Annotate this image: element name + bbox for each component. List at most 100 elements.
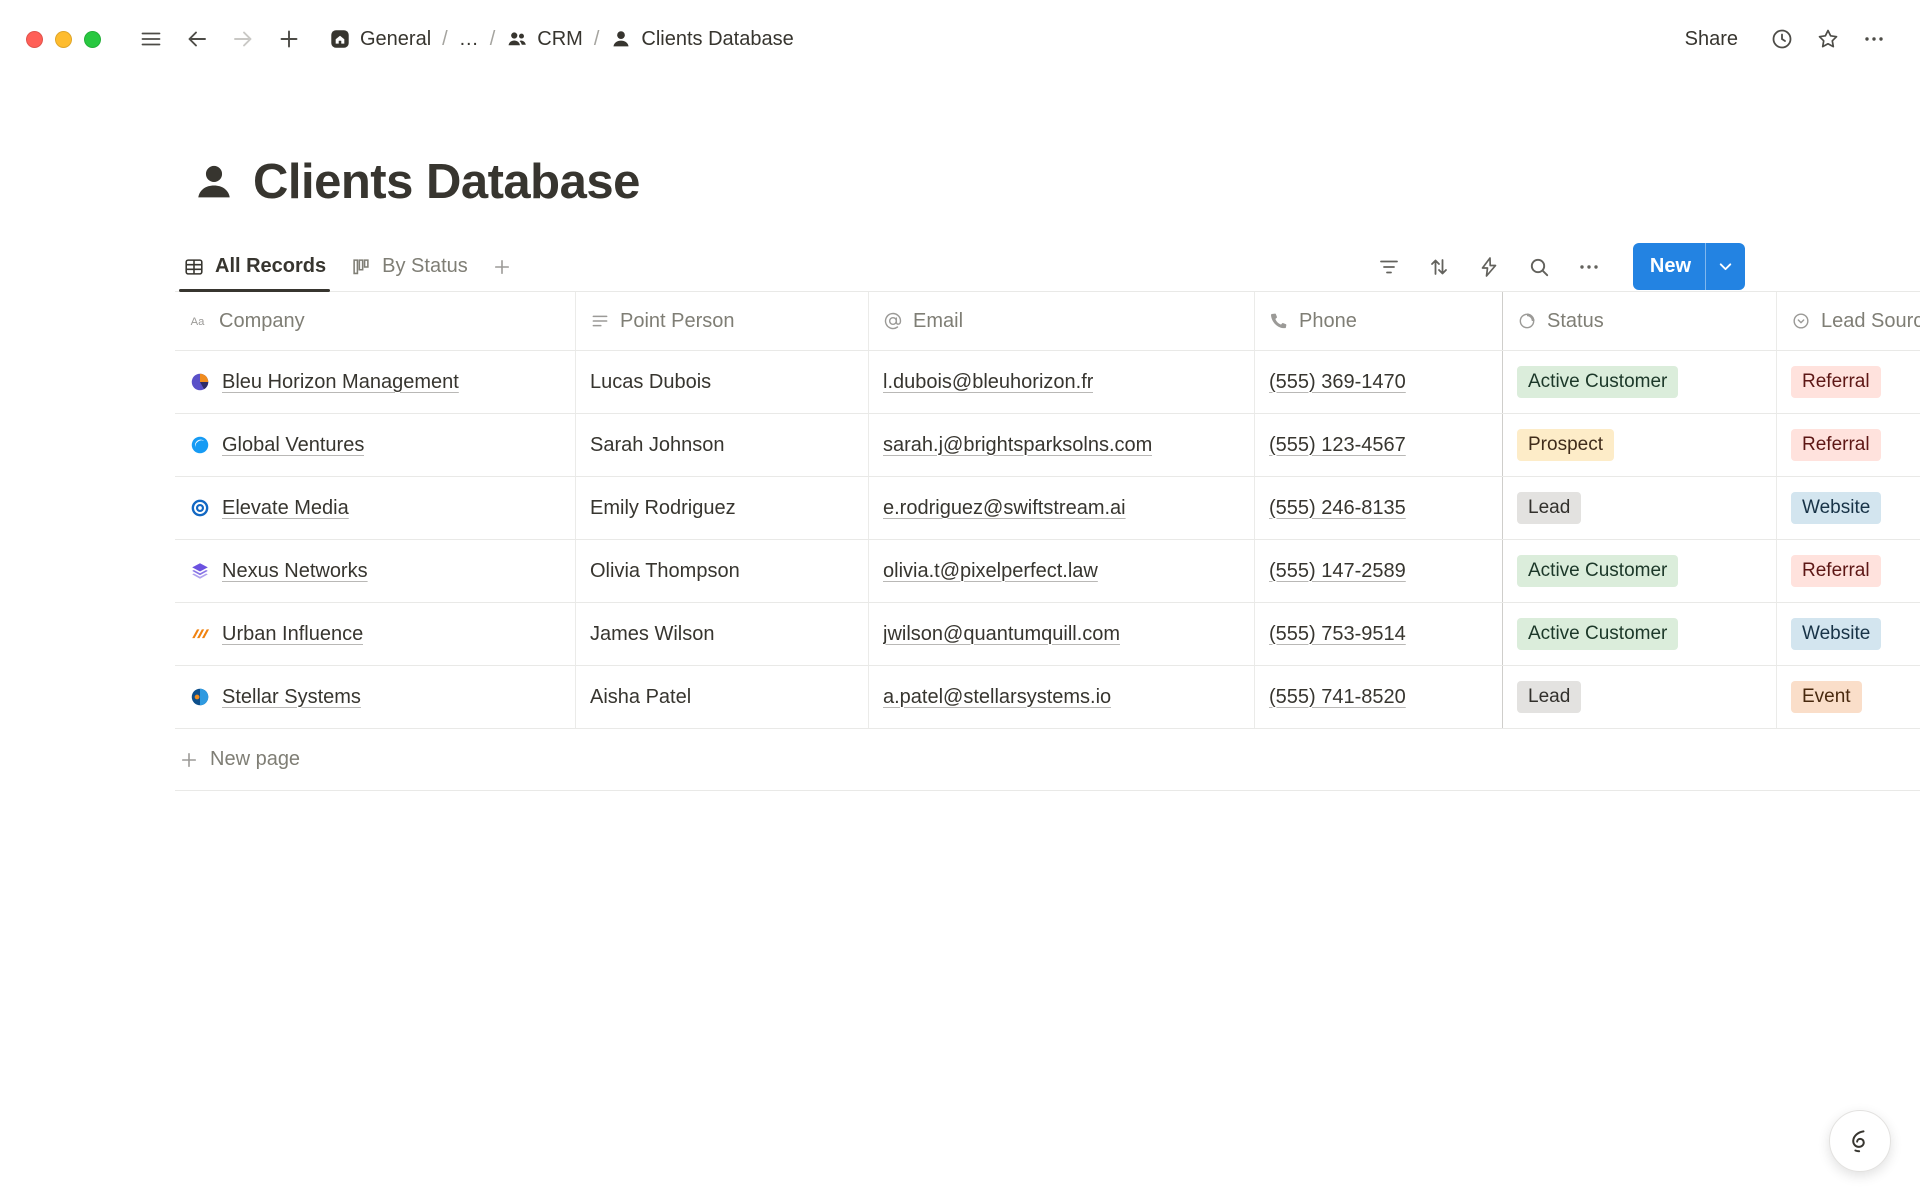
automations-button[interactable]	[1469, 247, 1509, 287]
sort-button[interactable]	[1419, 247, 1459, 287]
company-link[interactable]: Nexus Networks	[222, 560, 368, 583]
point-person-cell[interactable]: Lucas Dubois	[576, 351, 869, 413]
filter-button[interactable]	[1369, 247, 1409, 287]
email-link[interactable]: a.patel@stellarsystems.io	[883, 686, 1111, 709]
breadcrumb-item-crm[interactable]: CRM	[498, 23, 591, 56]
company-link[interactable]: Stellar Systems	[222, 686, 361, 709]
close-window-button[interactable]	[26, 31, 43, 48]
orbit-logo	[189, 686, 211, 708]
squiggle-icon	[1845, 1126, 1875, 1156]
plus-icon	[277, 27, 301, 51]
search-button[interactable]	[1519, 247, 1559, 287]
minimize-window-button[interactable]	[55, 31, 72, 48]
email-link[interactable]: e.rodriguez@swiftstream.ai	[883, 497, 1126, 520]
sort-icon	[1427, 255, 1451, 279]
lead-source-cell[interactable]: Referral	[1777, 414, 1920, 476]
new-page-row[interactable]: New page	[175, 729, 1920, 791]
column-header-status[interactable]: Status	[1503, 292, 1777, 350]
company-cell[interactable]: Urban Influence	[175, 603, 576, 665]
lead-source-cell[interactable]: Website	[1777, 477, 1920, 539]
more-options-button[interactable]	[1854, 19, 1894, 59]
templates-button[interactable]	[1829, 1110, 1891, 1172]
company-link[interactable]: Urban Influence	[222, 623, 363, 646]
column-header-company[interactable]: AaCompany	[175, 292, 576, 350]
forward-button[interactable]	[223, 19, 263, 59]
favorite-button[interactable]	[1808, 19, 1848, 59]
email-cell[interactable]: jwilson@quantumquill.com	[869, 603, 1255, 665]
phone-cell[interactable]: (555) 147-2589	[1255, 540, 1503, 602]
zoom-window-button[interactable]	[84, 31, 101, 48]
status-tag: Active Customer	[1517, 618, 1678, 650]
company-link[interactable]: Elevate Media	[222, 497, 349, 520]
phone-cell[interactable]: (555) 753-9514	[1255, 603, 1503, 665]
company-cell[interactable]: Stellar Systems	[175, 666, 576, 728]
back-arrow-icon	[185, 27, 209, 51]
phone-cell[interactable]: (555) 123-4567	[1255, 414, 1503, 476]
company-cell[interactable]: Global Ventures	[175, 414, 576, 476]
breadcrumb-item-general[interactable]: General	[321, 23, 439, 56]
email-cell[interactable]: a.patel@stellarsystems.io	[869, 666, 1255, 728]
page-icon[interactable]	[191, 159, 237, 205]
status-cell[interactable]: Active Customer	[1503, 351, 1777, 413]
company-cell[interactable]: Nexus Networks	[175, 540, 576, 602]
at-icon	[883, 311, 903, 331]
column-header-phone[interactable]: Phone	[1255, 292, 1503, 350]
column-header-point-person[interactable]: Point Person	[576, 292, 869, 350]
point-person-cell[interactable]: Aisha Patel	[576, 666, 869, 728]
back-button[interactable]	[177, 19, 217, 59]
lead-source-cell[interactable]: Referral	[1777, 540, 1920, 602]
filter-icon	[1377, 255, 1401, 279]
status-cell[interactable]: Active Customer	[1503, 540, 1777, 602]
status-cell[interactable]: Prospect	[1503, 414, 1777, 476]
point-person-cell[interactable]: James Wilson	[576, 603, 869, 665]
tab-all-records[interactable]: All Records	[171, 242, 338, 291]
lead-source-cell[interactable]: Website	[1777, 603, 1920, 665]
phone-link[interactable]: (555) 753-9514	[1269, 623, 1406, 646]
status-cell[interactable]: Lead	[1503, 477, 1777, 539]
tab-by-status[interactable]: By Status	[338, 242, 480, 291]
column-header-lead-source[interactable]: Lead Source	[1777, 292, 1920, 350]
point-person-cell[interactable]: Sarah Johnson	[576, 414, 869, 476]
email-cell[interactable]: sarah.j@brightsparksolns.com	[869, 414, 1255, 476]
phone-link[interactable]: (555) 147-2589	[1269, 560, 1406, 583]
phone-cell[interactable]: (555) 741-8520	[1255, 666, 1503, 728]
company-cell[interactable]: Elevate Media	[175, 477, 576, 539]
updates-button[interactable]	[1762, 19, 1802, 59]
email-link[interactable]: l.dubois@bleuhorizon.fr	[883, 371, 1093, 394]
new-tab-button[interactable]	[269, 19, 309, 59]
sidebar-toggle-button[interactable]	[131, 19, 171, 59]
email-link[interactable]: olivia.t@pixelperfect.law	[883, 560, 1098, 583]
phone-cell[interactable]: (555) 369-1470	[1255, 351, 1503, 413]
breadcrumb-item-ellipsis[interactable]: …	[451, 23, 487, 56]
lead-source-cell[interactable]: Event	[1777, 666, 1920, 728]
people-icon	[506, 28, 528, 50]
phone-cell[interactable]: (555) 246-8135	[1255, 477, 1503, 539]
new-record-button[interactable]: New	[1633, 243, 1745, 290]
email-cell[interactable]: olivia.t@pixelperfect.law	[869, 540, 1255, 602]
status-cell[interactable]: Active Customer	[1503, 603, 1777, 665]
new-record-dropdown-button[interactable]	[1705, 243, 1745, 290]
phone-link[interactable]: (555) 369-1470	[1269, 371, 1406, 394]
column-header-email[interactable]: Email	[869, 292, 1255, 350]
point-person-cell[interactable]: Emily Rodriguez	[576, 477, 869, 539]
company-link[interactable]: Global Ventures	[222, 434, 364, 457]
status-cell[interactable]: Lead	[1503, 666, 1777, 728]
status-tag: Lead	[1517, 681, 1581, 713]
add-view-button[interactable]	[482, 247, 522, 287]
point-person-cell[interactable]: Olivia Thompson	[576, 540, 869, 602]
email-cell[interactable]: e.rodriguez@swiftstream.ai	[869, 477, 1255, 539]
company-link[interactable]: Bleu Horizon Management	[222, 371, 459, 394]
phone-link[interactable]: (555) 123-4567	[1269, 434, 1406, 457]
email-link[interactable]: sarah.j@brightsparksolns.com	[883, 434, 1152, 457]
column-label: Phone	[1299, 310, 1357, 333]
phone-link[interactable]: (555) 741-8520	[1269, 686, 1406, 709]
phone-link[interactable]: (555) 246-8135	[1269, 497, 1406, 520]
view-options-button[interactable]	[1569, 247, 1609, 287]
email-cell[interactable]: l.dubois@bleuhorizon.fr	[869, 351, 1255, 413]
lead-source-cell[interactable]: Referral	[1777, 351, 1920, 413]
email-link[interactable]: jwilson@quantumquill.com	[883, 623, 1120, 646]
share-button[interactable]: Share	[1673, 22, 1750, 57]
text-lines-icon	[590, 311, 610, 331]
company-cell[interactable]: Bleu Horizon Management	[175, 351, 576, 413]
breadcrumb-item-clients-database[interactable]: Clients Database	[602, 23, 801, 56]
